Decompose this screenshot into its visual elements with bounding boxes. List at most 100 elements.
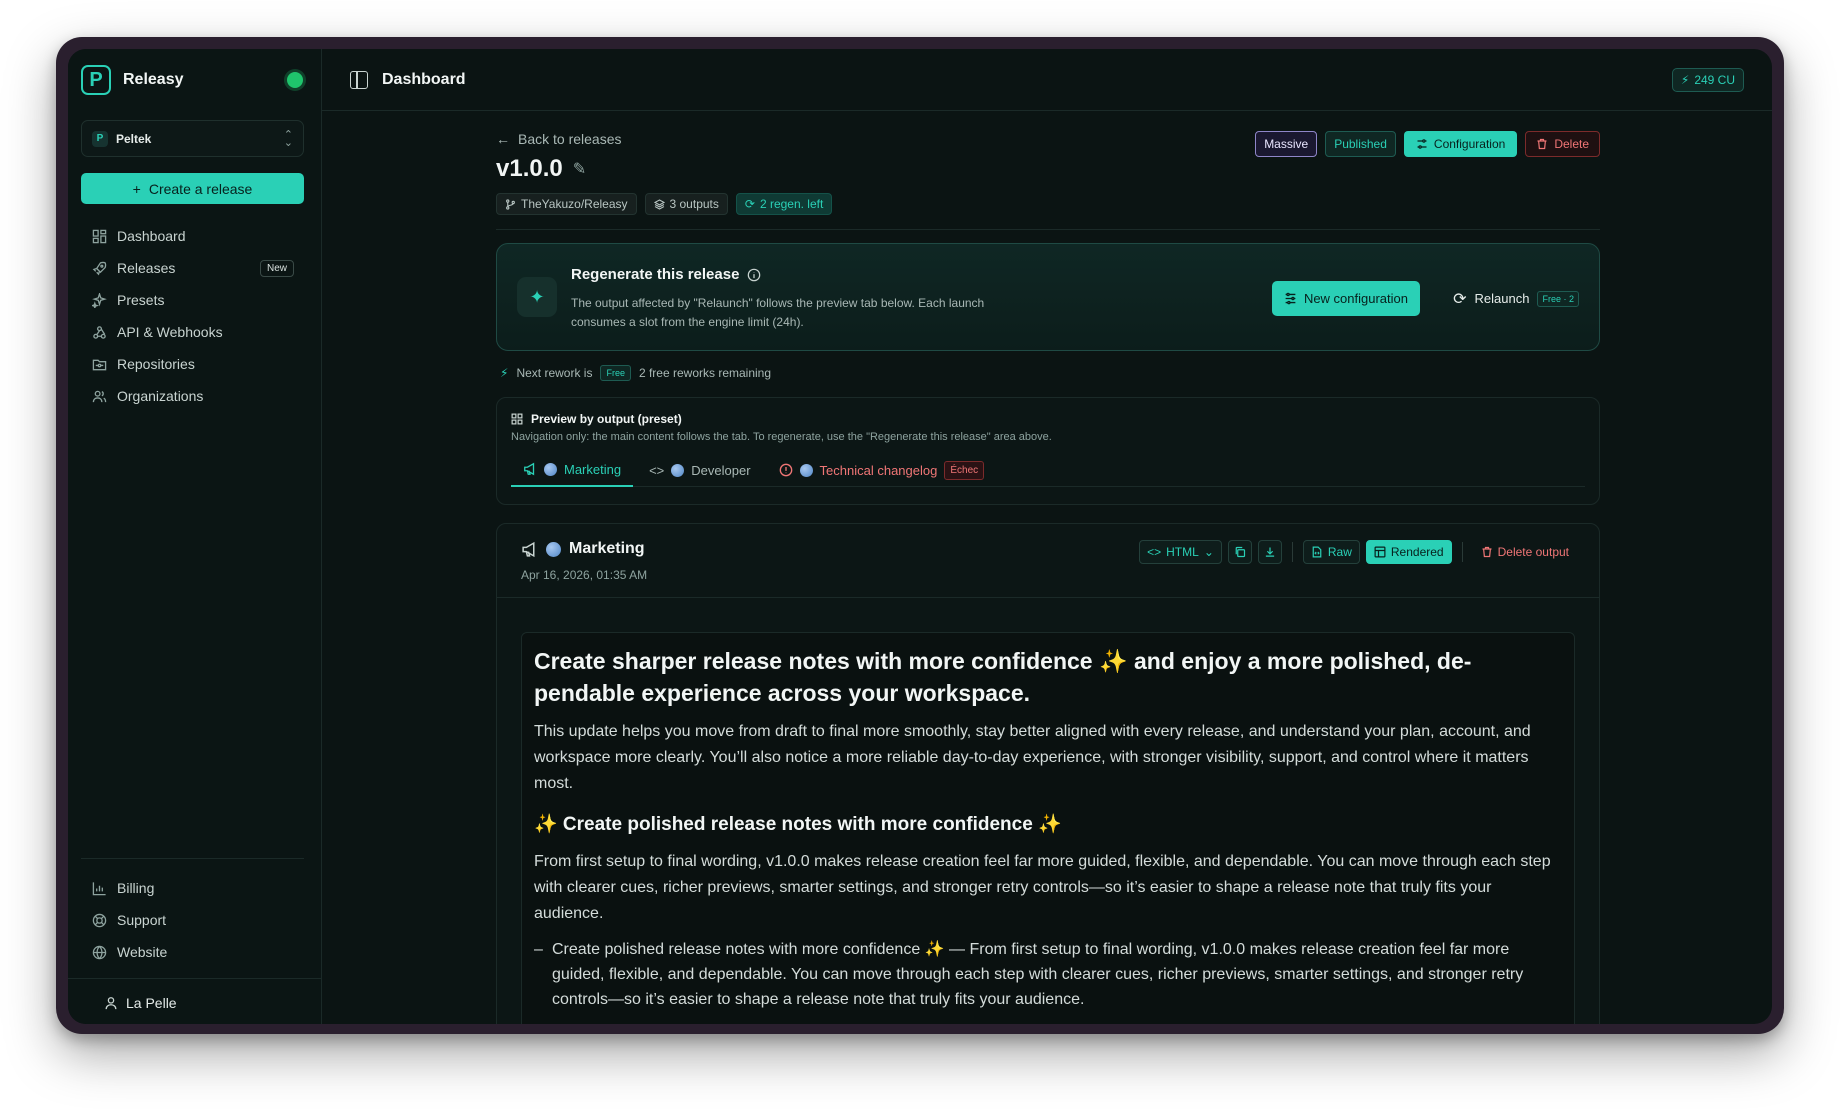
lifebuoy-icon [91, 912, 107, 928]
credits-badge[interactable]: ⚡ 249 CU [1671, 67, 1744, 92]
delete-label: Delete [1554, 137, 1589, 151]
window-frame: P Releasy P Peltek ⌃ ⌄ + Create a release… [56, 37, 1784, 1034]
globe-icon [546, 541, 561, 557]
release-version: v1.0.0 ✎ [496, 155, 586, 183]
sidebar-item-billing[interactable]: Billing [81, 872, 304, 904]
info-icon[interactable] [747, 268, 761, 282]
regen-left-count: 2 regen. left [759, 197, 824, 211]
credits-value: 249 CU [1694, 72, 1735, 87]
toolbar-separator [1461, 542, 1463, 562]
configuration-button[interactable]: Configuration [1403, 131, 1518, 157]
sidebar-item-label: Repositories [117, 356, 195, 372]
sliders-icon [1284, 292, 1297, 305]
refresh-icon: ⟳ [744, 197, 755, 211]
relaunch-button[interactable]: ⟳ Relaunch Free · 2 [1453, 281, 1579, 316]
sidebar-item-website[interactable]: Website [81, 936, 304, 968]
organization-select[interactable]: P Peltek ⌃ ⌄ [81, 120, 304, 157]
globe-icon [799, 463, 813, 477]
sidebar-item-presets[interactable]: Presets [81, 284, 304, 316]
sidebar-item-label: API & Webhooks [117, 324, 223, 340]
outputs-count: 3 outputs [669, 197, 719, 211]
doc-paragraph: This update helps you move from draft to… [534, 723, 1531, 792]
app-window: P Releasy P Peltek ⌃ ⌄ + Create a release… [68, 49, 1772, 1024]
delete-release-button[interactable]: Delete [1525, 131, 1600, 157]
bolt-icon: ⚡ [1680, 72, 1690, 87]
sidebar-item-label: Presets [117, 292, 165, 308]
arrow-left-icon: ← [496, 131, 510, 147]
org-avatar: P [92, 130, 108, 147]
new-configuration-label: New configuration [1303, 291, 1408, 306]
header-divider [496, 229, 1600, 230]
user-icon [104, 996, 118, 1010]
sidebar-item-label: Website [117, 944, 168, 960]
status-dot-icon [287, 72, 303, 88]
output-toolbar: <> HTML ⌄ Raw Rendered Delete output [1139, 540, 1569, 564]
brand: P Releasy [81, 65, 303, 95]
sidebar-item-label: Releases [117, 260, 176, 276]
sidebar-item-support[interactable]: Support [81, 904, 304, 936]
main-area: Dashboard ⚡ 249 CU ← Back to releases v1… [322, 49, 1772, 1024]
back-to-releases-link[interactable]: ← Back to releases [496, 131, 622, 147]
sidebar-item-repositories[interactable]: Repositories [81, 348, 304, 380]
sidebar-item-api-webhooks[interactable]: API & Webhooks [81, 316, 304, 348]
tab-marketing[interactable]: Marketing [511, 453, 634, 487]
rework-info: ⚡ Next rework is Free 2 free reworks rem… [500, 365, 771, 381]
create-release-button[interactable]: + Create a release [81, 173, 304, 204]
new-configuration-button[interactable]: New configuration [1271, 281, 1420, 316]
grid-icon [511, 413, 523, 425]
user-menu[interactable]: La Pelle [68, 978, 321, 1024]
new-badge: New [259, 259, 294, 277]
release-detail: ← Back to releases v1.0.0 ✎ TheYakuzo/Re… [496, 111, 1600, 1024]
sidebar-divider [81, 858, 304, 859]
folder-git-icon [91, 356, 107, 372]
output-panel: Marketing Apr 16, 2026, 01:35 AM <> HTML… [496, 523, 1600, 1024]
topbar: Dashboard ⚡ 249 CU [322, 49, 1772, 111]
plus-icon: + [132, 180, 141, 197]
rendered-view-button[interactable]: Rendered [1365, 540, 1452, 564]
sparkles-icon: ✦ [517, 277, 557, 317]
rework-prefix: Next rework is [516, 366, 593, 380]
tab-developer[interactable]: <> Developer [637, 453, 762, 487]
format-select[interactable]: <> HTML ⌄ [1139, 540, 1222, 564]
layout-icon [1374, 546, 1386, 558]
chevron-up-down-icon: ⌃ ⌄ [283, 128, 293, 149]
raw-label: Raw [1327, 545, 1352, 559]
code-icon: <> [649, 462, 665, 478]
sidebar-item-releases[interactable]: Releases New [81, 252, 304, 284]
delete-output-button[interactable]: Delete output [1481, 545, 1569, 559]
output-title: Marketing [521, 540, 645, 558]
version-label: v1.0.0 [496, 155, 563, 182]
release-meta-chips: TheYakuzo/Releasy 3 outputs ⟳ 2 regen. l… [496, 193, 833, 215]
repo-chip[interactable]: TheYakuzo/Releasy [496, 193, 637, 215]
tab-technical-changelog[interactable]: Technical changelog Échec [767, 453, 997, 487]
alert-circle-icon [779, 463, 793, 477]
bar-chart-icon [91, 880, 107, 896]
doc-heading: Create sharper release notes with more c… [534, 648, 1472, 706]
doc-list: Create polished release notes with more … [534, 937, 1562, 1012]
org-name: Peltek [116, 131, 152, 146]
sliders-icon [1416, 138, 1428, 150]
rework-remaining: 2 free reworks remaining [638, 366, 772, 380]
pencil-icon[interactable]: ✎ [573, 159, 586, 179]
trash-icon [1481, 546, 1493, 558]
sidebar-item-organizations[interactable]: Organizations [81, 380, 304, 412]
globe-icon [671, 463, 685, 477]
regenerate-title-text: Regenerate this release [571, 266, 740, 283]
rendered-document: Create sharper release notes with more c… [521, 632, 1575, 1024]
code-icon: <> [1147, 545, 1162, 559]
trash-icon [1536, 138, 1548, 150]
rocket-icon [91, 260, 107, 276]
release-actions: Massive Published Configuration Delete [1255, 131, 1600, 157]
download-button[interactable] [1257, 540, 1282, 564]
preview-panel: Preview by output (preset) Navigation on… [496, 397, 1600, 505]
sidebar-toggle-icon[interactable] [350, 70, 368, 89]
regenerate-title: Regenerate this release [571, 266, 761, 283]
raw-view-button[interactable]: Raw [1302, 540, 1360, 564]
tab-label: Marketing [564, 461, 622, 477]
output-title-text: Marketing [569, 540, 645, 557]
refresh-icon: ⟳ [1453, 290, 1467, 308]
user-name: La Pelle [126, 994, 177, 1011]
copy-button[interactable] [1227, 540, 1252, 564]
format-value: HTML [1166, 545, 1199, 559]
sidebar-item-dashboard[interactable]: Dashboard [81, 220, 304, 252]
